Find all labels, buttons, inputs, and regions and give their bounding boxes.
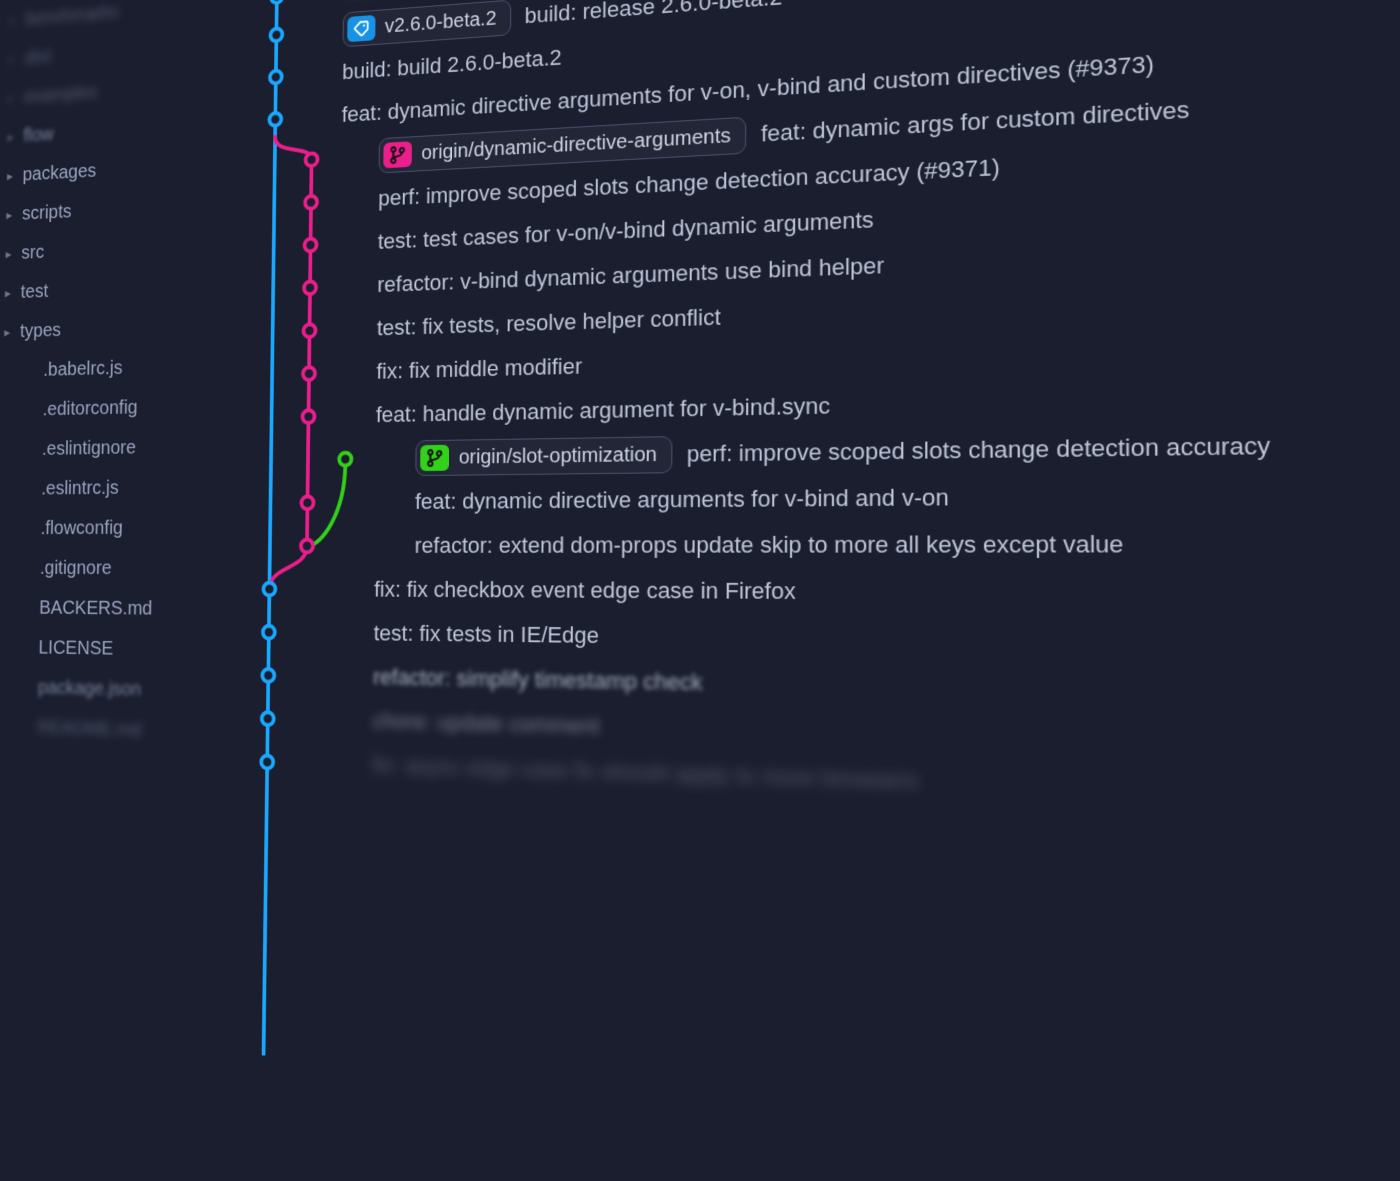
tree-item-label: .gitignore xyxy=(40,550,112,586)
file-item[interactable]: ▸LICENSE xyxy=(0,627,210,670)
tree-item-label: types xyxy=(20,312,62,349)
tree-item-label: README.md xyxy=(37,710,142,749)
tree-item-label: test xyxy=(20,273,48,310)
file-item[interactable]: ▸README.md xyxy=(0,707,209,753)
chevron-right-icon: ▸ xyxy=(2,280,14,305)
commit-list[interactable]: build: 2.6.0-beta.3build: fix feature fl… xyxy=(334,0,1400,830)
file-tree[interactable]: ▸.circleci▸.github▸benchmarks▸dist▸examp… xyxy=(0,0,226,1052)
commit-message: test: fix tests in IE/Edge xyxy=(374,620,599,649)
chevron-right-icon: ▸ xyxy=(3,202,15,227)
commit-message: perf: improve scoped slots change detect… xyxy=(687,432,1271,468)
tree-item-label: BACKERS.md xyxy=(39,590,153,627)
tree-item-label: examples xyxy=(24,74,98,114)
file-item[interactable]: ▸.editorconfig xyxy=(0,386,214,431)
ref-label: origin/dynamic-directive-arguments xyxy=(421,124,731,165)
commit-message: build: build 2.6.0-beta.2 xyxy=(342,45,562,86)
chevron-right-icon: ▸ xyxy=(6,46,18,71)
file-item[interactable]: ▸.flowconfig xyxy=(0,507,212,548)
commit-message: fix: fix checkbox event edge case in Fir… xyxy=(374,577,796,606)
chevron-right-icon: ▸ xyxy=(5,124,17,149)
tree-item-label: LICENSE xyxy=(38,630,113,667)
tree-item-label: flow xyxy=(23,116,54,153)
chevron-right-icon: ▸ xyxy=(1,319,13,344)
tree-item-label: package.json xyxy=(38,670,142,708)
commit-message: fix: fix middle modifier xyxy=(376,353,582,384)
file-item[interactable]: ▸.eslintignore xyxy=(0,426,213,469)
git-branch-icon xyxy=(383,141,412,168)
git-graph-panel[interactable]: build: 2.6.0-beta.3build: fix feature fl… xyxy=(210,0,1400,1158)
file-item[interactable]: ▸.babelrc.js xyxy=(0,345,214,391)
tree-item-label: .eslintignore xyxy=(42,430,137,468)
tree-item-label: dist xyxy=(24,39,51,76)
commit-row[interactable]: refactor: extend dom-props update skip t… xyxy=(337,518,1400,570)
file-item[interactable]: ▸BACKERS.md xyxy=(0,588,211,630)
chevron-right-icon: ▸ xyxy=(7,8,19,33)
tree-item-label: .editorconfig xyxy=(42,390,137,428)
commit-message: refactor: simplify timestamp check xyxy=(373,664,703,696)
tree-item-label: .eslintrc.js xyxy=(41,470,119,507)
file-item[interactable]: ▸.eslintrc.js xyxy=(0,467,213,509)
branch-ref[interactable]: origin/slot-optimization xyxy=(415,436,672,476)
file-item[interactable]: ▸.gitignore xyxy=(0,548,212,589)
tag-icon xyxy=(347,15,375,42)
ref-label: v2.6.0-beta.2 xyxy=(385,7,497,38)
commit-message: test: fix tests, resolve helper conflict xyxy=(377,304,721,341)
chevron-right-icon: ▸ xyxy=(2,241,14,266)
chevron-right-icon: ▸ xyxy=(4,163,16,188)
tree-item-label: packages xyxy=(22,153,96,193)
editor-window: ▸.circleci▸.github▸benchmarks▸dist▸examp… xyxy=(0,0,1400,1158)
tree-item-label: benchmarks xyxy=(25,0,119,37)
tree-item-label: scripts xyxy=(22,194,72,232)
commit-message: fix: async edge case fix should apply to… xyxy=(372,752,919,795)
git-branch-icon xyxy=(420,445,449,471)
folder-item[interactable]: ▸ types xyxy=(1,305,215,352)
file-item[interactable]: ▸package.json xyxy=(0,667,210,711)
chevron-right-icon: ▸ xyxy=(5,85,17,110)
tree-item-label: .babelrc.js xyxy=(43,350,123,388)
tree-item-label: .flowconfig xyxy=(40,510,123,546)
ref-label: origin/slot-optimization xyxy=(459,443,657,469)
commit-message: feat: dynamic directive arguments for v-… xyxy=(415,484,949,515)
commit-message: refactor: extend dom-props update skip t… xyxy=(414,531,1123,560)
tree-item-label: src xyxy=(21,234,44,270)
commit-message: feat: handle dynamic argument for v-bind… xyxy=(376,393,830,429)
commit-message: chore: update comment xyxy=(373,708,600,740)
